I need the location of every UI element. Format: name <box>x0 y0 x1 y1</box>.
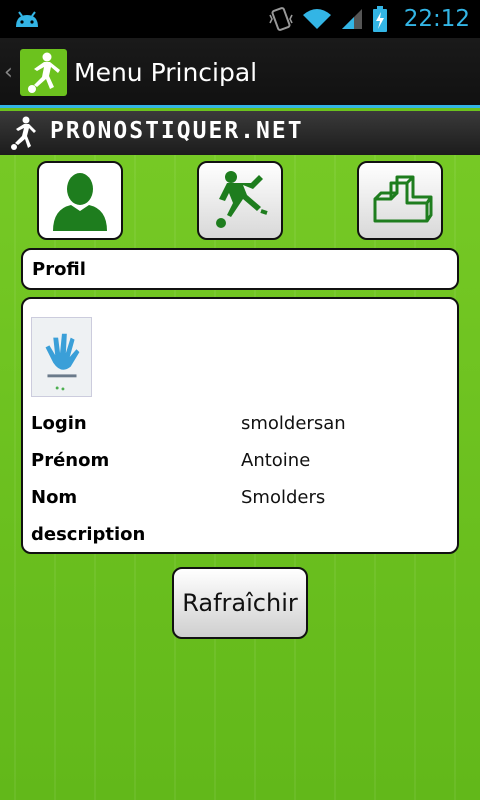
user-silhouette-icon <box>53 173 107 231</box>
action-bar: ‹ Menu Principal <box>0 38 480 108</box>
profile-card: Login smoldersan Prénom Antoine Nom Smol… <box>21 297 459 554</box>
nav-matches-button[interactable] <box>197 161 283 240</box>
last-name-label: Nom <box>31 487 78 508</box>
first-name-label: Prénom <box>31 450 110 471</box>
wifi-icon <box>303 9 331 29</box>
soccer-player-icon <box>216 171 268 228</box>
status-time: 22:12 <box>403 6 470 32</box>
up-navigation[interactable]: ‹ <box>0 38 70 108</box>
action-bar-title: Menu Principal <box>74 58 258 87</box>
soccer-player-icon <box>11 116 36 150</box>
soccer-player-icon <box>28 52 60 93</box>
app-logo <box>20 49 67 96</box>
vibrate-icon <box>269 7 293 31</box>
nav-ranking-button[interactable] <box>357 161 443 240</box>
back-caret-icon: ‹ <box>4 60 13 85</box>
login-value: smoldersan <box>241 413 346 434</box>
main-content: Profil Login smoldersan Prénom Antoine N… <box>0 155 480 800</box>
status-bar: 22:12 <box>0 0 480 38</box>
refresh-button[interactable]: Rafraîchir <box>172 567 308 639</box>
login-label: Login <box>31 413 87 434</box>
android-debug-icon <box>16 11 38 27</box>
profile-title: Profil <box>32 259 86 280</box>
battery-charging-icon <box>373 6 387 32</box>
last-name-value: Smolders <box>241 487 326 508</box>
podium-icon <box>373 175 433 223</box>
nav-profile-button[interactable] <box>37 161 123 240</box>
brand-banner: PRONOSTIQUER.NET <box>0 111 480 155</box>
first-name-value: Antoine <box>241 450 311 471</box>
avatar <box>31 317 92 397</box>
profile-header: Profil <box>21 248 459 290</box>
description-label: description <box>31 524 146 545</box>
signal-icon <box>342 9 362 29</box>
brand-name: PRONOSTIQUER.NET <box>50 118 304 144</box>
